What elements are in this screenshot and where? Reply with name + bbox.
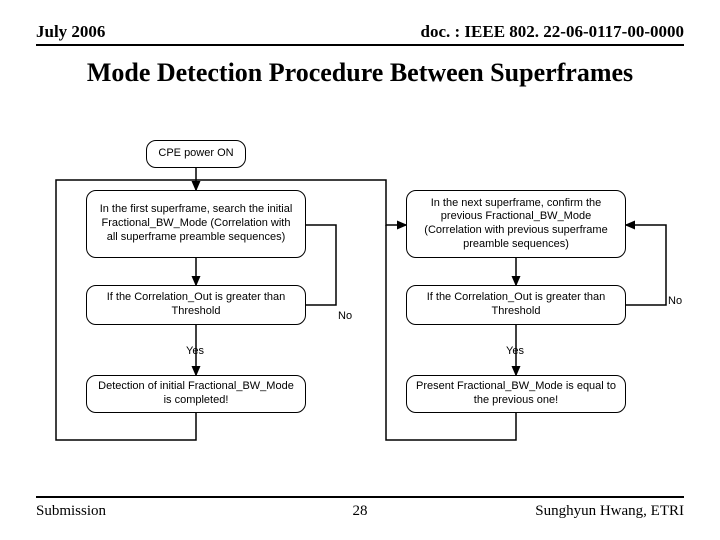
node-left-3-text: Detection of initial Fractional_BW_Mode … bbox=[95, 380, 297, 408]
node-right-3-text: Present Fractional_BW_Mode is equal to t… bbox=[415, 380, 617, 408]
header-rule bbox=[36, 44, 684, 46]
header-date: July 2006 bbox=[36, 22, 105, 42]
node-left-1-text: In the first superframe, search the init… bbox=[95, 203, 297, 244]
label-yes-left: Yes bbox=[186, 345, 204, 357]
node-right-1: In the next superframe, confirm the prev… bbox=[406, 190, 626, 258]
flowchart: CPE power ON In the first superframe, se… bbox=[36, 100, 684, 480]
label-no-left: No bbox=[338, 310, 352, 322]
node-left-1: In the first superframe, search the init… bbox=[86, 190, 306, 258]
node-left-2-text: If the Correlation_Out is greater than T… bbox=[95, 291, 297, 319]
header-doc: doc. : IEEE 802. 22-06-0117-00-0000 bbox=[421, 22, 685, 42]
label-no-right: No bbox=[668, 295, 682, 307]
label-yes-right: Yes bbox=[506, 345, 524, 357]
footer-rule bbox=[36, 496, 684, 498]
node-left-2: If the Correlation_Out is greater than T… bbox=[86, 285, 306, 325]
node-right-3: Present Fractional_BW_Mode is equal to t… bbox=[406, 375, 626, 413]
footer-right: Sunghyun Hwang, ETRI bbox=[535, 503, 684, 520]
node-right-1-text: In the next superframe, confirm the prev… bbox=[415, 197, 617, 252]
footer: Submission Sunghyun Hwang, ETRI bbox=[36, 503, 684, 520]
node-start-text: CPE power ON bbox=[158, 147, 233, 161]
page-title: Mode Detection Procedure Between Superfr… bbox=[0, 58, 720, 88]
node-left-3: Detection of initial Fractional_BW_Mode … bbox=[86, 375, 306, 413]
footer-left: Submission bbox=[36, 503, 106, 520]
header: July 2006 doc. : IEEE 802. 22-06-0117-00… bbox=[36, 22, 684, 42]
node-start: CPE power ON bbox=[146, 140, 246, 168]
node-right-2-text: If the Correlation_Out is greater than T… bbox=[415, 291, 617, 319]
node-right-2: If the Correlation_Out is greater than T… bbox=[406, 285, 626, 325]
